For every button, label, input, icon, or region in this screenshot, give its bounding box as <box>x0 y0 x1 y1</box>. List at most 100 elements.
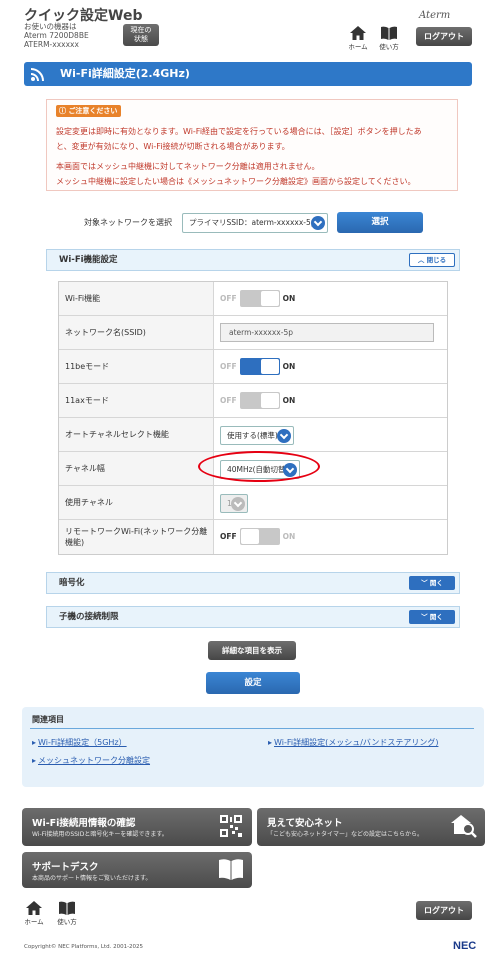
chevron-down-icon: ﹀ <box>421 579 430 587</box>
table-row: 使用チャネル 1 <box>59 486 447 520</box>
link-wifi-mesh[interactable]: Wi-Fi詳細設定(メッシュ/バンドステアリング) <box>268 737 438 748</box>
logout-button-top[interactable]: ログアウト <box>416 27 472 46</box>
divider <box>30 728 474 729</box>
row-label: ネットワーク名(SSID) <box>59 316 214 349</box>
banner-subtitle: 本商品のサポート情報をご覧いただけます。 <box>32 875 152 882</box>
home-icon <box>26 901 42 915</box>
auto-channel-select[interactable]: 使用する(標準) <box>220 426 294 445</box>
link-mesh-isolation[interactable]: メッシュネットワーク分離設定 <box>32 755 150 766</box>
wifi-settings-table: Wi-Fi機能 OFF ON ネットワーク名(SSID) aterm-xxxxx… <box>58 281 448 555</box>
row-label: チャネル幅 <box>59 452 214 485</box>
ssid-input[interactable]: aterm-xxxxxx-5p <box>220 323 434 342</box>
current-status-button[interactable]: 現在の 状態 <box>123 24 159 46</box>
switch-off-text: OFF <box>220 294 237 303</box>
table-row: Wi-Fi機能 OFF ON <box>59 282 447 316</box>
chevron-down-icon <box>311 216 325 230</box>
status-button-line-1: 現在の <box>130 26 152 34</box>
switch-on-text: ON <box>282 294 296 303</box>
notice-line-2: と、変更が有効になり、Wi-Fi接続が切断される場合があります。 <box>56 142 290 151</box>
table-row: オートチャネルセレクト機能 使用する(標準) <box>59 418 447 452</box>
table-row: 11axモード OFF ON <box>59 384 447 418</box>
help-link-footer[interactable]: 使い方 <box>55 901 79 926</box>
logout-button-bottom[interactable]: ログアウト <box>416 901 472 920</box>
nec-logo: NEC <box>453 940 477 952</box>
home-link[interactable]: ホーム <box>346 26 370 51</box>
book-icon <box>381 26 397 40</box>
wifi-function-section-header: Wi-Fi機能設定 ︿ 閉じる <box>46 249 460 271</box>
network-select-label: 対象ネットワークを選択 <box>84 218 172 227</box>
notice-line-4: メッシュ中継機に設定したい場合は《メッシュネットワーク分離設定》画面から設定して… <box>56 177 416 186</box>
model-line-1: お使いの機器は <box>24 22 77 31</box>
section-title: Wi-Fi機能設定 <box>59 255 118 265</box>
safe-net-banner[interactable]: 見えて安心ネット 「こども安心ネットタイマー」などの設定はこちらから。 <box>257 808 485 846</box>
chevron-down-icon: ﹀ <box>421 613 430 621</box>
banner-title: 見えて安心ネット <box>267 818 343 829</box>
chevron-down-icon <box>231 496 245 511</box>
show-details-button[interactable]: 詳細な項目を表示 <box>208 641 296 660</box>
status-button-line-2: 状態 <box>134 34 148 43</box>
11ax-mode-switch[interactable]: OFF ON <box>220 392 295 409</box>
expand-button[interactable]: ﹀ 開く <box>409 576 455 590</box>
section-title: 子機の接続制限 <box>59 612 119 622</box>
copyright: Copyright© NEC Platforms, Ltd. 2001-2025 <box>24 944 144 950</box>
switch-off-text: OFF <box>220 362 237 371</box>
home-icon <box>350 26 366 40</box>
row-label: Wi-Fi機能 <box>59 282 214 315</box>
network-select[interactable]: プライマリSSID：aterm-xxxxxx-5p <box>182 213 328 233</box>
home-link-footer[interactable]: ホーム <box>22 901 46 926</box>
switch-off-text: OFF <box>220 532 237 541</box>
book-icon <box>59 901 75 915</box>
banner-subtitle: Wi-Fi接続用のSSIDと暗号化キーを確認できます。 <box>32 831 168 838</box>
row-label: 11axモード <box>59 384 214 417</box>
model-info: お使いの機器は Aterm 7200D8BE ATERM-xxxxxx <box>24 22 89 49</box>
wifi-icon <box>30 68 44 82</box>
model-line-2: Aterm 7200D8BE <box>24 31 89 40</box>
row-label: 11beモード <box>59 350 214 383</box>
home-search-icon <box>451 815 477 838</box>
wifi-function-switch[interactable]: OFF ON <box>220 290 295 307</box>
row-label: オートチャネルセレクト機能 <box>59 418 214 451</box>
switch-on-text: ON <box>282 532 296 541</box>
apply-button[interactable]: 設定 <box>206 672 300 694</box>
row-label: 使用チャネル <box>59 486 214 519</box>
section-title: 暗号化 <box>59 578 85 588</box>
switch-off-text: OFF <box>220 396 237 405</box>
11be-mode-switch[interactable]: OFF ON <box>220 358 295 375</box>
switch-on-text: ON <box>282 362 296 371</box>
encryption-section-header[interactable]: 暗号化 ﹀ 開く <box>46 572 460 594</box>
support-desk-banner[interactable]: サポートデスク 本商品のサポート情報をご覧いただけます。 <box>22 852 252 888</box>
qr-code-icon <box>220 815 242 837</box>
home-label: ホーム <box>348 43 368 51</box>
client-limit-section-header[interactable]: 子機の接続制限 ﹀ 開く <box>46 606 460 628</box>
notice-line-1: 設定変更は即時に有効となります。Wi-Fi経由で設定を行っている場合には、［設定… <box>56 127 422 136</box>
banner-title: Wi-Fi接続用情報の確認 <box>32 818 136 829</box>
banner-title: サポートデスク <box>32 862 99 873</box>
chevron-down-icon <box>277 428 291 443</box>
chevron-up-icon: ︿ <box>417 256 427 264</box>
notice-line-3: 本画面ではメッシュ中継機に対してネットワーク分離は適用されません。 <box>56 162 320 171</box>
banner-subtitle: 「こども安心ネットタイマー」などの設定はこちらから。 <box>267 831 424 838</box>
table-row: リモートワークWi-Fi(ネットワーク分離 機能) OFF ON <box>59 520 447 554</box>
help-link[interactable]: 使い方 <box>377 26 401 51</box>
select-button[interactable]: 選択 <box>337 212 423 233</box>
link-wifi-5ghz[interactable]: Wi-Fi詳細設定（5GHz） <box>32 737 127 748</box>
brand-logo: Aterm <box>419 10 451 21</box>
book-icon <box>219 859 243 880</box>
page-title: Wi-Fi詳細設定(2.4GHz) <box>24 62 472 86</box>
highlight-ellipse <box>198 451 320 482</box>
model-line-3: ATERM-xxxxxx <box>24 40 79 49</box>
remote-work-wifi-switch[interactable]: OFF ON <box>220 528 295 545</box>
collapse-button[interactable]: ︿ 閉じる <box>409 253 455 267</box>
help-label: 使い方 <box>379 43 399 51</box>
table-row: ネットワーク名(SSID) aterm-xxxxxx-5p <box>59 316 447 350</box>
switch-on-text: ON <box>282 396 296 405</box>
notice-badge: ⓘ ご注意ください <box>56 105 122 117</box>
home-label: ホーム <box>24 918 44 926</box>
help-label: 使い方 <box>57 918 77 926</box>
connection-info-banner[interactable]: Wi-Fi接続用情報の確認 Wi-Fi接続用のSSIDと暗号化キーを確認できます… <box>22 808 252 846</box>
table-row: 11beモード OFF ON <box>59 350 447 384</box>
network-select-value: プライマリSSID：aterm-xxxxxx-5p <box>189 218 316 227</box>
channel-select[interactable]: 1 <box>220 494 248 513</box>
row-label: リモートワークWi-Fi(ネットワーク分離 機能) <box>59 520 214 554</box>
expand-button[interactable]: ﹀ 開く <box>409 610 455 624</box>
